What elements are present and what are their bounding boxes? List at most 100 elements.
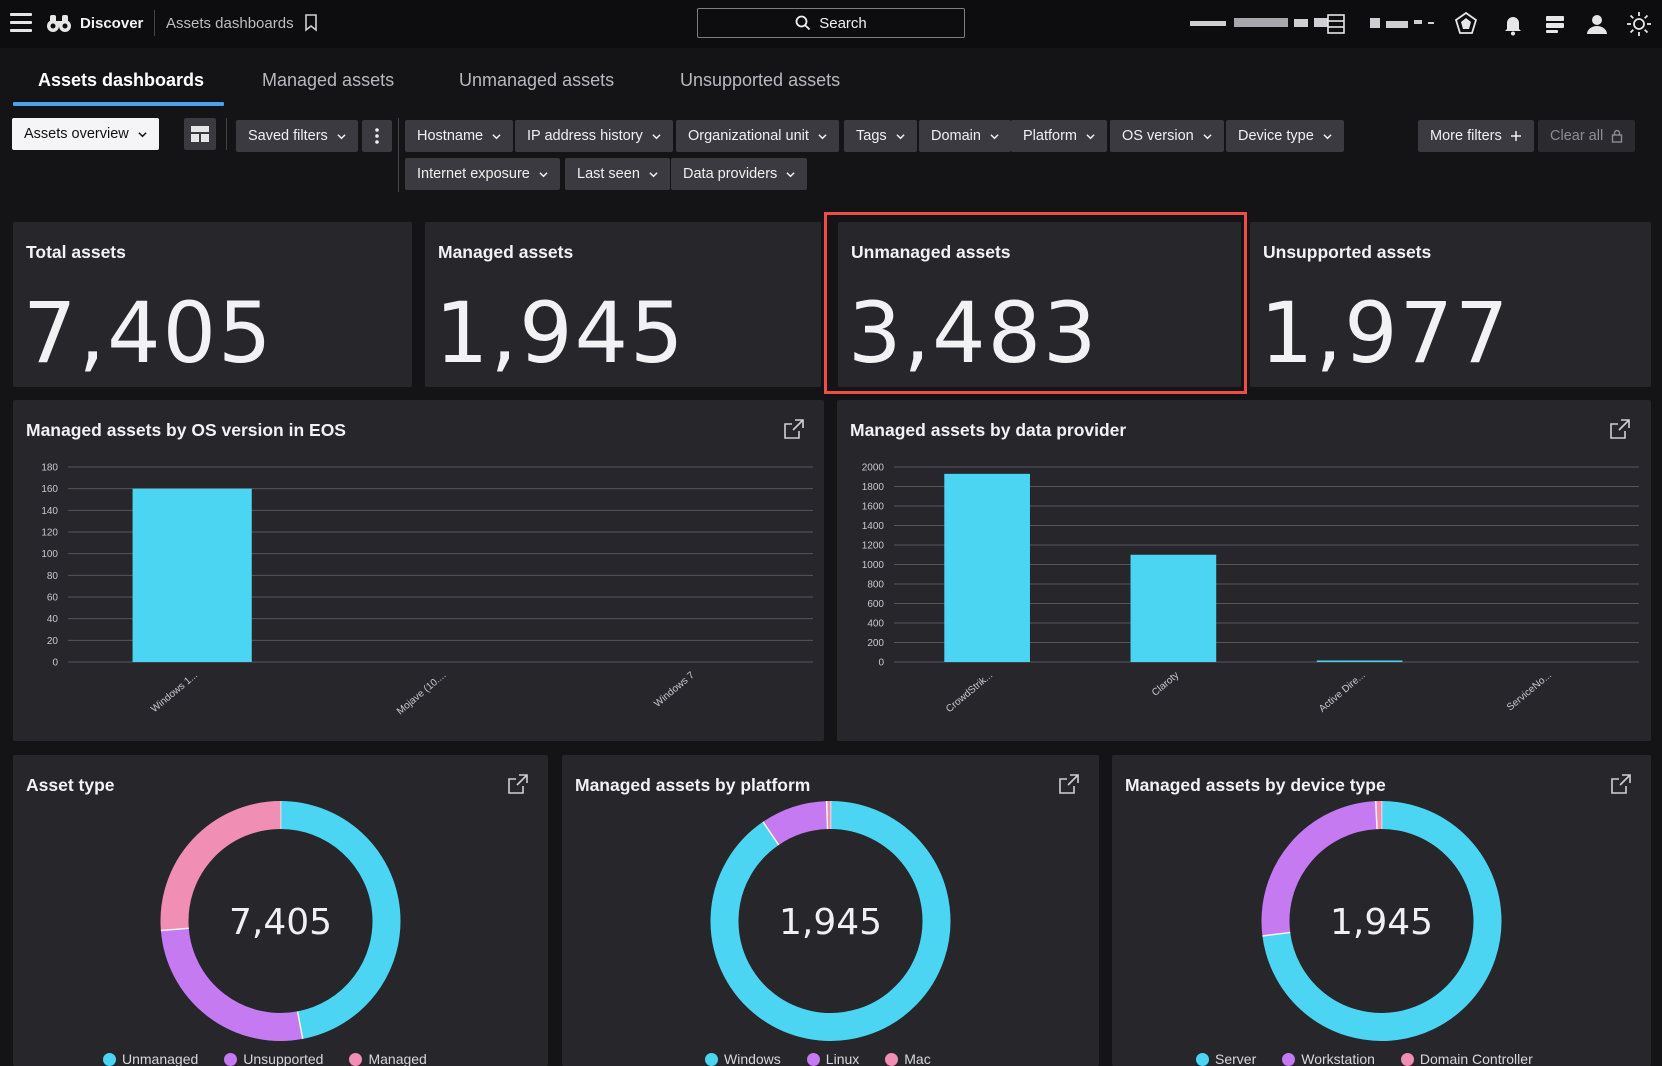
saved-filters-label: Saved filters [248,128,328,144]
chevron-down-icon [652,133,661,139]
messages-icon[interactable] [1541,10,1569,38]
bar[interactable] [1316,660,1403,663]
legend-label: Server [1215,1051,1257,1066]
filter-tags[interactable]: Tags [844,120,917,152]
filter-last-seen[interactable]: Last seen [565,158,670,190]
more-filters-label: More filters [1430,128,1502,144]
legend-item[interactable]: Domain Controller [1400,1051,1533,1066]
slice-separator [825,801,829,830]
y-tick-label: 100 [41,549,58,560]
tab-unmanaged-assets[interactable]: Unmanaged assets [459,70,614,91]
x-tick-label: Mojave (10.... [395,670,448,717]
more-filters-button[interactable]: More filters [1418,120,1534,152]
plus-icon [1510,131,1521,141]
filter-device-type[interactable]: Device type [1226,120,1344,152]
y-tick-label: 1600 [862,502,885,513]
toolbar-divider [226,118,227,150]
chart-card-platform: Managed assets by platform 1,945 Windows… [562,755,1099,1066]
bell-icon[interactable] [1499,10,1527,38]
filter-organizational-unit[interactable]: Organizational unit [676,120,839,152]
filter-domain[interactable]: Domain [919,120,1011,152]
y-tick-label: 20 [47,636,59,647]
chart-card-device-type: Managed assets by device type 1,945 Serv… [1112,755,1651,1066]
filter-hostname[interactable]: Hostname [405,120,514,152]
y-tick-label: 600 [867,599,884,610]
stat-card-total-assets[interactable]: Total assets 7,405 [13,222,412,387]
menu-icon[interactable] [10,13,32,33]
tab-managed-assets[interactable]: Managed assets [262,70,394,91]
chevron-down-icon [786,171,795,177]
saved-filters-button[interactable]: Saved filters [236,120,358,152]
filter-platform[interactable]: Platform [1011,120,1107,152]
x-tick-label: ServiceNo... [1505,670,1554,713]
theme-sun-icon[interactable] [1625,10,1653,38]
legend-label: Windows [724,1051,781,1066]
stat-card-unsupported-assets[interactable]: Unsupported assets 1,977 [1250,222,1651,387]
top-bar: Discover Assets dashboards Search [0,0,1662,48]
y-tick-label: 120 [41,528,58,539]
app-name[interactable]: Discover [80,15,143,32]
chevron-down-icon [337,133,346,139]
layout-grid-icon [191,126,209,142]
breadcrumb[interactable]: Assets dashboards [166,15,294,32]
donut-center-label: 7,405 [229,902,332,943]
legend-swatch [224,1052,238,1066]
legend-label: Managed [368,1051,427,1066]
legend-label: Mac [904,1051,931,1066]
user-icon[interactable] [1583,10,1611,38]
donut-chart-asset-type: 7,405 [160,801,401,1041]
bar-chart-os-version: 0 20 40 60 80 100 120 140 160 180 Windows 1... Moja… [41,463,813,717]
stat-value: 1,945 [435,284,686,382]
chevron-down-icon [539,171,548,177]
chevron-down-icon [990,133,999,139]
y-tick-label: 1800 [862,482,885,493]
grid-list-icon[interactable] [1322,10,1350,38]
tab-unsupported-assets[interactable]: Unsupported assets [680,70,840,91]
legend-item[interactable]: Windows [705,1051,781,1066]
tab-bar: Assets dashboards Managed assets Unmanag… [0,58,1662,108]
filter-internet-exposure[interactable]: Internet exposure [405,158,560,190]
bookmark-icon[interactable] [304,14,318,32]
saved-filters-more-button[interactable] [362,120,392,152]
legend-item[interactable]: Server [1196,1051,1256,1066]
layout-button[interactable] [184,118,216,150]
filter-label: Last seen [577,166,640,182]
y-tick-label: 400 [867,619,884,630]
active-tab-indicator [13,102,224,106]
clear-all-button[interactable]: Clear all [1538,120,1636,152]
y-tick-label: 800 [867,580,884,591]
stat-card-managed-assets[interactable]: Managed assets 1,945 [425,222,821,387]
donut-slice[interactable] [160,927,303,1041]
chart-card-data-provider: Managed assets by data provider 0 200 400 6… [837,400,1651,741]
filter-label: Data providers [683,166,778,182]
legend-item[interactable]: Unsupported [224,1051,323,1066]
tab-assets-dashboards[interactable]: Assets dashboards [38,70,204,91]
legend-swatch [705,1052,718,1066]
filter-ip-address-history[interactable]: IP address history [515,120,673,152]
binoculars-icon[interactable] [46,12,72,34]
y-tick-label: 2000 [862,463,885,474]
legend-swatch [1282,1052,1296,1066]
search-button[interactable]: Search [697,8,965,38]
donut-chart-platform: 1,945 [710,801,951,1041]
view-select[interactable]: Assets overview [12,118,159,150]
legend-item[interactable]: Workstation [1282,1051,1375,1066]
legend-item[interactable]: Linux [806,1051,859,1066]
legend-item[interactable]: Unmanaged [103,1051,198,1066]
legend-label: Unsupported [243,1051,324,1066]
filter-data-providers[interactable]: Data providers [671,158,808,190]
stat-value: 7,405 [23,284,274,382]
y-tick-label: 40 [47,614,59,625]
legend-label: Workstation [1301,1051,1375,1066]
filter-label: Domain [931,128,981,144]
stat-card-unmanaged-assets[interactable]: Unmanaged assets 3,483 [838,222,1241,387]
legend-item[interactable]: Managed [349,1051,427,1066]
bar[interactable] [132,488,252,662]
y-tick-label: 80 [47,571,59,582]
bar[interactable] [1130,554,1217,662]
filter-os-version[interactable]: OS version [1110,120,1224,152]
bar[interactable] [944,473,1030,662]
legend-item[interactable]: Mac [885,1051,931,1066]
falcon-icon[interactable] [1452,10,1480,38]
donut-slice[interactable] [762,801,829,846]
